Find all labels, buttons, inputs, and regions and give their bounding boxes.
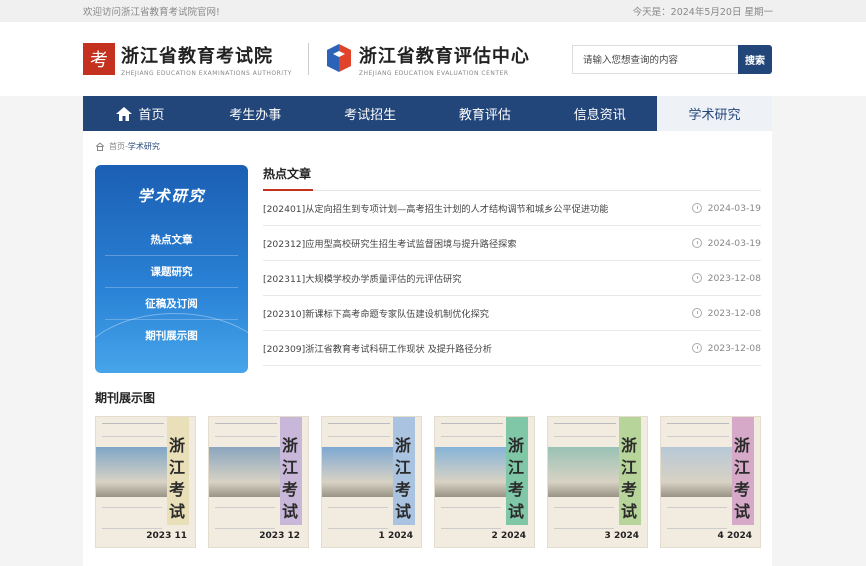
cover-issue: 2 2024 (491, 531, 526, 541)
nav-exam-admission[interactable]: 考试招生 (313, 96, 428, 131)
journal-cover[interactable]: 浙江考试 1 2024 (321, 416, 422, 548)
article-title[interactable]: [202312]应用型高校研究生招生考试监督困境与提升路径探索 (263, 236, 517, 250)
hot-articles: 热点文章 [202401]从定向招生到专项计划—高考招生计划的人才结构调节和城乡… (263, 165, 761, 366)
cover-text-lines (441, 507, 501, 529)
list-item[interactable]: [202401]从定向招生到专项计划—高考招生计划的人才结构调节和城乡公平促进功… (263, 191, 761, 226)
article-title[interactable]: [202310]新课标下高考命题专家队伍建设机制优化探究 (263, 306, 489, 320)
cover-header-lines (667, 423, 729, 437)
cover-photo (209, 447, 281, 497)
cover-text-lines (328, 507, 388, 529)
list-item[interactable]: [202310]新课标下高考命题专家队伍建设机制优化探究 2023-12-08 (263, 296, 761, 331)
cover-header-lines (215, 423, 277, 437)
cover-title: 浙江考试 (281, 436, 298, 521)
cover-issue: 1 2024 (378, 531, 413, 541)
cover-header-lines (102, 423, 164, 437)
cover-text-lines (554, 507, 614, 529)
top-bar: 欢迎访问浙江省教育考试院官网! 今天是：2024年5月20日 星期一 (0, 0, 866, 22)
cover-photo (322, 447, 394, 497)
cover-photo (96, 447, 168, 497)
nav-news[interactable]: 信息资讯 (542, 96, 657, 131)
logo-evaluation-center[interactable]: 浙江省教育评估中心 ZHEJIANG EDUCATION EVALUATION … (325, 42, 530, 77)
search-input[interactable]: 请输入您想查询的内容 (572, 44, 738, 74)
cover-title: 浙江考试 (733, 436, 750, 521)
clock-icon (691, 273, 702, 283)
cover-issue: 2023 11 (146, 531, 187, 541)
cover-photo (435, 447, 507, 497)
logo-examination-authority[interactable]: 考 浙江省教育考试院 ZHEJIANG EDUCATION EXAMINATIO… (83, 42, 292, 77)
nav-candidate-services[interactable]: 考生办事 (198, 96, 313, 131)
breadcrumb: 首页 - 学术研究 (95, 141, 160, 152)
sidebar-card: 学术研究 热点文章 课题研究 征稿及订阅 期刊展示图 (95, 165, 248, 373)
header: 考 浙江省教育考试院 ZHEJIANG EDUCATION EXAMINATIO… (0, 22, 866, 96)
cover-photo (548, 447, 620, 497)
clock-icon (691, 308, 702, 318)
journal-cover[interactable]: 浙江考试 2023 11 (95, 416, 196, 548)
journal-section-title: 期刊展示图 (95, 391, 156, 405)
list-item[interactable]: [202311]大规模学校办学质量评估的元评估研究 2023-12-08 (263, 261, 761, 296)
journal-cover[interactable]: 浙江考试 2 2024 (434, 416, 535, 548)
date-text: 今天是：2024年5月20日 星期一 (632, 7, 773, 18)
journal-covers: 浙江考试 2023 11 浙江考试 2023 12 浙江考试 1 2024 浙江考试 2 20… (95, 416, 761, 548)
sidebar-title: 学术研究 (137, 187, 206, 205)
breadcrumb-current: 学术研究 (127, 142, 160, 151)
article-date: 2023-12-08 (707, 342, 761, 354)
home-icon (116, 106, 133, 121)
article-date: 2024-03-19 (707, 237, 761, 249)
search-box: 请输入您想查询的内容 搜索 (572, 44, 772, 74)
clock-icon (691, 238, 702, 248)
article-date: 2023-12-08 (707, 272, 761, 284)
cover-text-lines (215, 507, 275, 529)
search-button[interactable]: 搜索 (738, 44, 772, 74)
main-content: 首页 - 学术研究 学术研究 热点文章 课题研究 征稿及订阅 期刊展示图 热点文… (83, 131, 772, 566)
logo2-name: 浙江省教育评估中心 (358, 45, 530, 67)
cover-title: 浙江考试 (507, 436, 524, 521)
cover-issue: 3 2024 (604, 531, 639, 541)
cover-text-lines (102, 507, 162, 529)
logo1-name: 浙江省教育考试院 (121, 45, 273, 67)
sidebar-item-hot-articles[interactable]: 热点文章 (105, 224, 238, 256)
evaluation-logo-icon (326, 44, 351, 72)
nav-academic-research[interactable]: 学术研究 (657, 96, 772, 131)
home-small-icon (95, 142, 105, 151)
list-item[interactable]: [202309]浙江省教育考试科研工作现状 及提升路径分析 2023-12-08 (263, 331, 761, 366)
cover-issue: 2023 12 (259, 531, 300, 541)
cover-text-lines (667, 507, 727, 529)
breadcrumb-home[interactable]: 首页 (109, 141, 125, 152)
hot-articles-title: 热点文章 (263, 165, 761, 191)
cover-title: 浙江考试 (394, 436, 411, 521)
journal-cover[interactable]: 浙江考试 3 2024 (547, 416, 648, 548)
nav-home[interactable]: 首页 (83, 96, 198, 131)
nav-home-label: 首页 (138, 108, 165, 123)
article-date: 2024-03-19 (707, 202, 761, 214)
cover-issue: 4 2024 (717, 531, 752, 541)
cover-header-lines (441, 423, 503, 437)
clock-icon (691, 203, 702, 213)
journal-cover[interactable]: 浙江考试 4 2024 (660, 416, 761, 548)
logo-divider (307, 43, 309, 75)
cover-title: 浙江考试 (168, 436, 185, 521)
article-title[interactable]: [202401]从定向招生到专项计划—高考招生计划的人才结构调节和城乡公平促进功… (263, 201, 608, 215)
sidebar-item-research-topics[interactable]: 课题研究 (105, 256, 238, 288)
journal-cover[interactable]: 浙江考试 2023 12 (208, 416, 309, 548)
logo1-en: ZHEJIANG EDUCATION EXAMINATIONS AUTHORIT… (121, 69, 292, 77)
article-date: 2023-12-08 (707, 307, 761, 319)
exam-logo-icon: 考 (83, 43, 115, 75)
cover-photo (661, 447, 733, 497)
welcome-text: 欢迎访问浙江省教育考试院官网! (83, 7, 220, 18)
article-title[interactable]: [202309]浙江省教育考试科研工作现状 及提升路径分析 (263, 341, 492, 355)
nav-education-evaluation[interactable]: 教育评估 (427, 96, 542, 131)
cover-header-lines (554, 423, 616, 437)
main-nav: 首页 考生办事 考试招生 教育评估 信息资讯 学术研究 (83, 96, 772, 131)
clock-icon (691, 343, 702, 353)
list-item[interactable]: [202312]应用型高校研究生招生考试监督困境与提升路径探索 2024-03-… (263, 226, 761, 261)
cover-title: 浙江考试 (620, 436, 637, 521)
cover-header-lines (328, 423, 390, 437)
logo2-en: ZHEJIANG EDUCATION EVALUATION CENTER (358, 69, 509, 77)
article-title[interactable]: [202311]大规模学校办学质量评估的元评估研究 (263, 271, 461, 285)
